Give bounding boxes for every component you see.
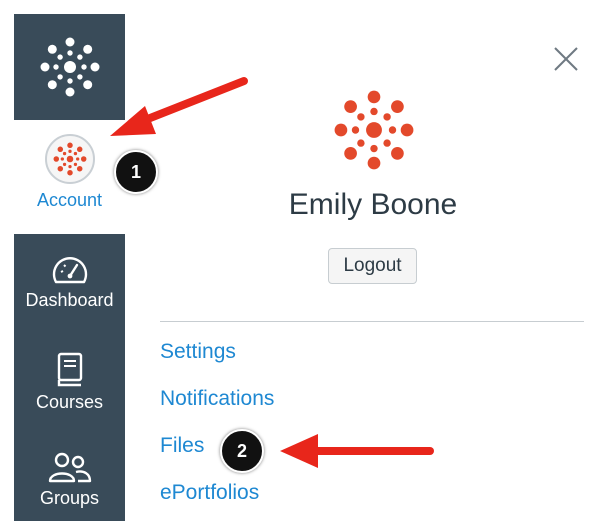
annotation-arrow-1 [110, 77, 248, 136]
step-badge-1: 1 [114, 150, 158, 194]
annotation-arrows [110, 77, 434, 468]
annotation-arrow-2 [280, 434, 434, 468]
step-badge-2: 2 [220, 429, 264, 473]
screenshot-root: Account Dashboard Courses Groups Emily B… [0, 0, 610, 521]
